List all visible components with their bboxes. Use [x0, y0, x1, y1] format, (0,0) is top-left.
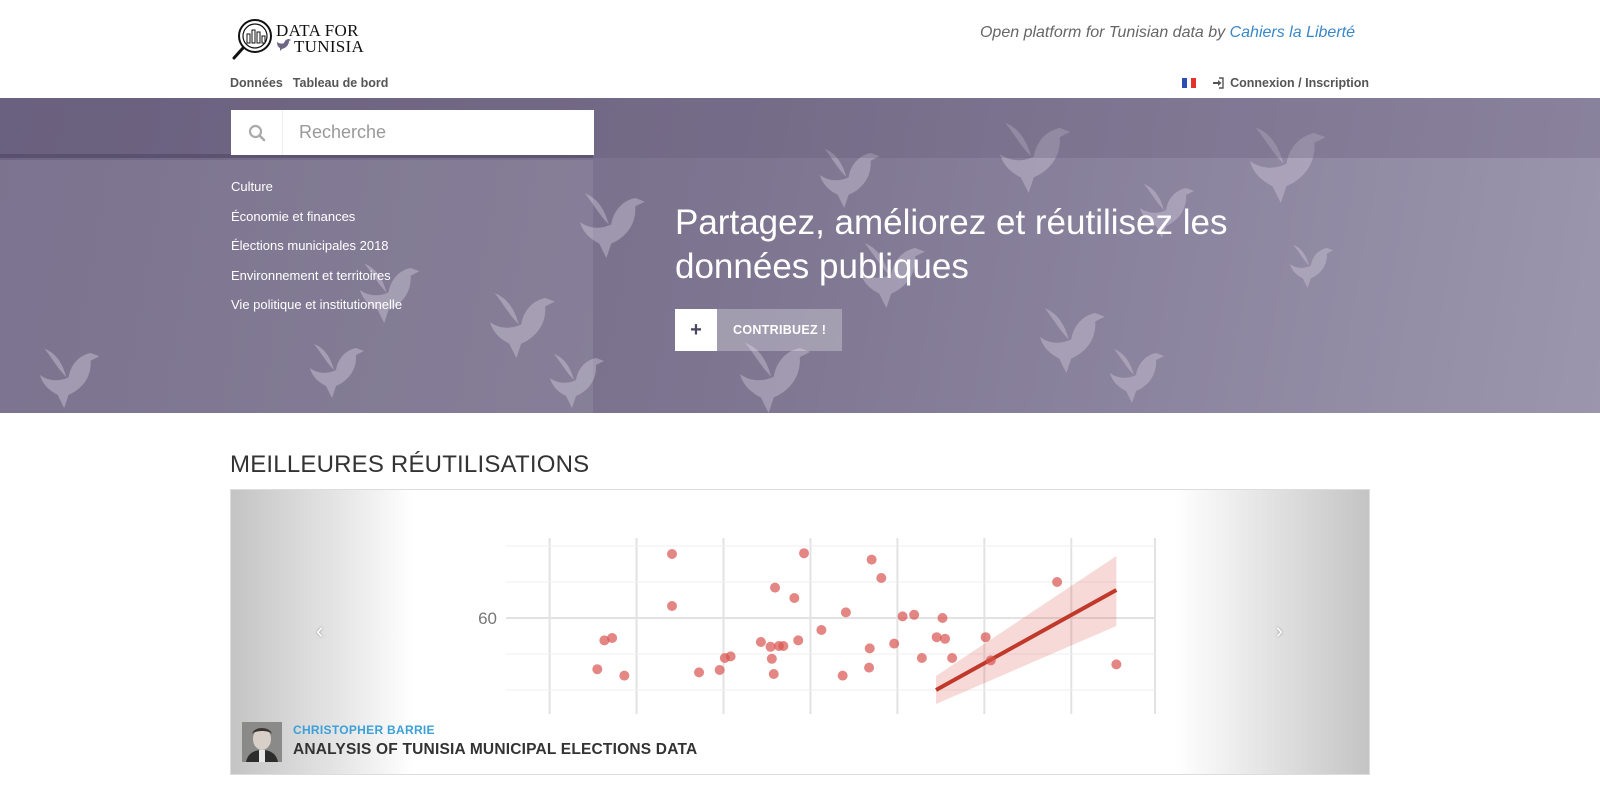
- plus-icon: +: [675, 309, 717, 351]
- sign-in-icon: [1213, 77, 1224, 89]
- data-point: [940, 633, 951, 644]
- data-point: [592, 664, 603, 675]
- list-item: Vie politique et institutionnelle: [231, 296, 402, 326]
- french-flag-icon[interactable]: [1182, 78, 1197, 88]
- login-label: Connexion / Inscription: [1230, 76, 1369, 90]
- data-point: [1111, 659, 1122, 670]
- search-button[interactable]: [231, 110, 283, 155]
- data-point: [778, 641, 789, 651]
- list-item: Élections municipales 2018: [231, 237, 402, 267]
- topic-link-environnement[interactable]: Environnement et territoires: [231, 268, 391, 283]
- list-item: Économie et finances: [231, 208, 402, 238]
- data-point: [714, 665, 725, 675]
- data-point: [766, 653, 777, 664]
- topics-list: Culture Économie et finances Élections m…: [231, 178, 402, 326]
- avatar-portrait-icon: [242, 722, 282, 762]
- data-point: [840, 607, 851, 618]
- contribute-button[interactable]: + CONTRIBUEZ !: [675, 309, 843, 351]
- tagline-link[interactable]: Cahiers la Liberté: [1230, 24, 1355, 41]
- dove-logo-icon: [277, 39, 291, 51]
- site-tagline: Open platform for Tunisian data by Cahie…: [980, 24, 1355, 42]
- login-link[interactable]: Connexion / Inscription: [1212, 76, 1369, 90]
- reuses-carousel[interactable]: 60 ‹ › CHRISTOPHER BARRIE ANALYSIS OF TU…: [230, 489, 1370, 775]
- data-point: [897, 611, 908, 622]
- main-nav: Données Tableau de bord: [230, 76, 388, 90]
- list-item: Culture: [231, 178, 402, 208]
- search-box: [231, 110, 594, 155]
- topic-link-culture[interactable]: Culture: [231, 179, 273, 194]
- topic-link-elections[interactable]: Élections municipales 2018: [231, 238, 389, 253]
- data-point: [864, 643, 875, 654]
- author-avatar[interactable]: [242, 722, 282, 762]
- search-input[interactable]: [283, 112, 583, 153]
- magnifier-logo-icon: [232, 19, 272, 60]
- author-link[interactable]: CHRISTOPHER BARRIE: [293, 723, 435, 737]
- data-point: [770, 582, 781, 593]
- topic-link-economie[interactable]: Économie et finances: [231, 209, 355, 224]
- y-tick-label: 60: [478, 609, 497, 628]
- data-point: [619, 670, 630, 681]
- nav-item-donnees[interactable]: Données: [230, 76, 283, 90]
- list-item: Environnement et territoires: [231, 267, 402, 297]
- data-point: [889, 638, 900, 649]
- user-area: Connexion / Inscription: [1182, 76, 1369, 90]
- data-point: [725, 651, 736, 662]
- confidence-band: [936, 556, 1117, 704]
- data-point: [765, 641, 776, 652]
- data-point: [667, 601, 677, 611]
- data-point: [876, 573, 887, 583]
- nav-item-tableau-de-bord[interactable]: Tableau de bord: [293, 76, 389, 90]
- data-point: [694, 667, 705, 678]
- data-point: [947, 653, 958, 663]
- data-point: [1052, 577, 1063, 587]
- data-point: [864, 662, 875, 673]
- site-logo[interactable]: DATA FOR TUNISIA: [232, 16, 372, 62]
- reuse-title-link[interactable]: ANALYSIS OF TUNISIA MUNICIPAL ELECTIONS …: [293, 741, 697, 759]
- data-point: [980, 632, 991, 643]
- carousel-prev-arrow[interactable]: ‹: [316, 618, 323, 644]
- topic-link-vie-politique[interactable]: Vie politique et institutionnelle: [231, 297, 402, 312]
- data-point: [937, 613, 948, 623]
- data-point: [909, 609, 920, 620]
- reuse-caption: CHRISTOPHER BARRIE ANALYSIS OF TUNISIA M…: [231, 714, 1369, 774]
- data-point: [789, 593, 800, 603]
- carousel-next-arrow[interactable]: ›: [1276, 618, 1283, 644]
- section-title: MEILLEURES RÉUTILISATIONS: [230, 451, 590, 478]
- hero-banner: Culture Économie et finances Élections m…: [0, 98, 1600, 413]
- data-point: [793, 635, 804, 646]
- site-header: DATA FOR TUNISIA Open platform for Tunis…: [0, 0, 1600, 98]
- data-point: [768, 669, 779, 679]
- data-point: [816, 625, 827, 635]
- data-point: [931, 632, 942, 643]
- hero-title: Partagez, améliorez et réutilisez les do…: [675, 203, 1228, 286]
- data-point: [866, 554, 877, 565]
- data-point: [667, 549, 677, 559]
- data-point: [916, 653, 927, 663]
- search-icon: [248, 124, 265, 141]
- fit-line: [935, 588, 1118, 692]
- logo-text-line2: TUNISIA: [294, 37, 365, 56]
- scatter-chart: 60: [478, 538, 1156, 714]
- data-point: [799, 548, 810, 559]
- data-point: [755, 637, 766, 647]
- data-point: [837, 670, 848, 681]
- data-point: [985, 655, 996, 666]
- data-point: [607, 633, 618, 643]
- tagline-text: Open platform for Tunisian data by: [979, 24, 1230, 41]
- contribute-label: CONTRIBUEZ !: [717, 309, 843, 351]
